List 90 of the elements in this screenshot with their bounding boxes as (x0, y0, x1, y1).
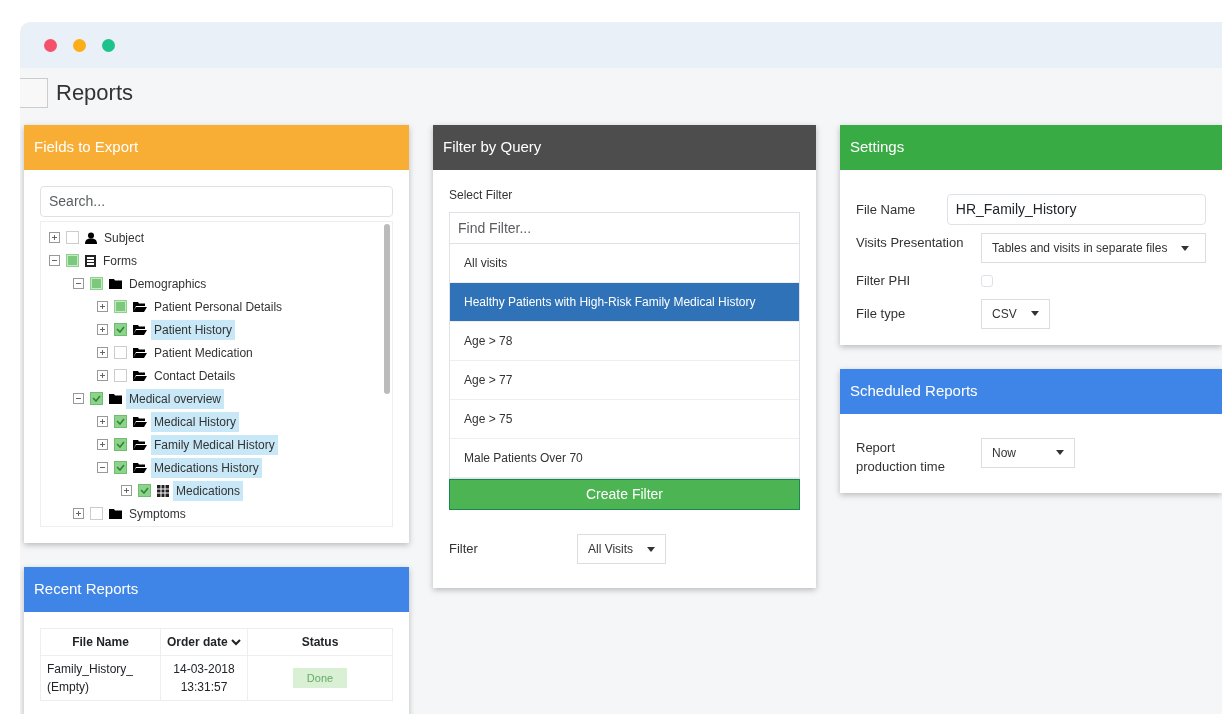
file-name-field[interactable]: HR_Family_History (946, 194, 1206, 225)
sort-caret-icon (231, 639, 242, 647)
field-label: Filter PHI (856, 272, 912, 290)
folder-icon (133, 416, 147, 427)
dropdown-caret-icon (647, 546, 656, 552)
tree-item[interactable]: Medical overview (126, 388, 225, 409)
panel-title: Scheduled Reports (840, 368, 1222, 414)
tree-item[interactable]: Medications History (151, 457, 262, 478)
time-dropdown[interactable]: Now (981, 437, 1075, 468)
folder-icon (133, 301, 147, 312)
expand-toggle[interactable] (97, 347, 108, 358)
tree-checkbox[interactable] (114, 346, 127, 359)
file-type-dropdown[interactable]: CSV (981, 298, 1050, 329)
tree-item[interactable]: Patient History (151, 319, 236, 340)
field-label: File type (856, 304, 907, 323)
collapse-toggle[interactable] (49, 255, 60, 266)
folder-icon (133, 370, 147, 381)
folder-icon (133, 439, 147, 450)
person-icon (85, 231, 97, 244)
status-badge: Done (292, 668, 348, 688)
folder-icon (109, 508, 122, 519)
panel-title: Filter by Query (433, 125, 816, 170)
page-title: Reports (56, 79, 134, 107)
expand-toggle[interactable] (97, 370, 108, 381)
dropdown-caret-icon (1181, 245, 1190, 251)
column-header[interactable]: Order date (160, 628, 248, 656)
table-cell: Family_History_ (Empty) (40, 655, 161, 701)
tree-item[interactable]: Patient Personal Details (151, 296, 286, 317)
folder-icon (109, 393, 122, 404)
form-icon (85, 254, 96, 267)
filter-phi-checkbox[interactable] (981, 274, 993, 287)
visits-presentation-dropdown[interactable]: Tables and visits in separate files (981, 233, 1206, 263)
menu-toggle[interactable] (20, 77, 48, 108)
panel-title: Settings (840, 125, 1222, 170)
dropdown-caret-icon (1056, 450, 1064, 455)
filter-option[interactable]: Healthy Patients with High-Risk Family Medical History (450, 283, 799, 322)
field-label: Visits Presentation (856, 234, 965, 252)
filter-option[interactable]: Male Patients Over 70 (450, 439, 799, 478)
table-cell: 14-03-2018 13:31:57 (160, 655, 248, 701)
tree-item[interactable]: Subject (101, 227, 148, 248)
expand-toggle[interactable] (97, 439, 108, 450)
panel-title: Fields to Export (24, 125, 409, 170)
filter-option[interactable]: Age > 75 (450, 400, 799, 439)
tree-item[interactable]: Contact Details (151, 365, 239, 386)
expand-toggle[interactable] (73, 508, 84, 519)
tree-item[interactable]: Patient Medication (151, 342, 256, 363)
expand-toggle[interactable] (97, 324, 108, 335)
tree-item[interactable]: Symptoms (126, 503, 189, 524)
tree-checkbox[interactable] (90, 507, 103, 520)
expand-toggle[interactable] (49, 232, 60, 243)
tree-checkbox[interactable] (114, 438, 127, 451)
filter-option[interactable]: Age > 78 (450, 322, 799, 361)
tree-checkbox[interactable] (114, 369, 127, 382)
folder-icon (109, 278, 122, 289)
tree-checkbox[interactable] (114, 415, 127, 428)
tree-item[interactable]: Medical History (151, 411, 240, 432)
folder-icon (133, 347, 147, 358)
minimize-window-dot[interactable] (73, 38, 86, 52)
scrollbar-thumb[interactable] (384, 224, 390, 394)
grid-icon (157, 484, 169, 497)
tree-item[interactable]: Medications (173, 480, 244, 501)
panel-title: Recent Reports (24, 567, 409, 612)
tree-item[interactable]: Demographics (126, 273, 210, 294)
search-field[interactable]: Search... (40, 186, 393, 217)
field-label: Report production time (856, 438, 946, 476)
tree-checkbox[interactable] (138, 484, 151, 497)
expand-toggle[interactable] (97, 301, 108, 312)
folder-icon (133, 324, 147, 335)
tree-checkbox[interactable] (114, 323, 127, 336)
collapse-toggle[interactable] (73, 278, 84, 289)
field-label: Filter (449, 540, 479, 559)
dropdown-caret-icon (1030, 311, 1039, 316)
tree-checkbox[interactable] (114, 461, 127, 474)
close-window-dot[interactable] (44, 38, 57, 52)
expand-toggle[interactable] (97, 416, 108, 427)
filter-option[interactable]: Age > 77 (450, 361, 799, 400)
collapse-toggle[interactable] (97, 462, 108, 473)
expand-toggle[interactable] (121, 485, 132, 496)
tree-checkbox[interactable] (90, 392, 103, 405)
tree-item[interactable]: Forms (100, 250, 140, 271)
field-label: Select Filter (449, 187, 514, 204)
folder-icon (133, 462, 147, 473)
maximize-window-dot[interactable] (102, 38, 115, 52)
column-header[interactable]: File Name (40, 628, 161, 656)
tree-item[interactable]: Family Medical History (151, 434, 278, 455)
tree-checkbox[interactable] (66, 231, 79, 244)
column-header[interactable]: Status (247, 628, 393, 656)
filter-dropdown[interactable]: All Visits (577, 534, 667, 564)
collapse-toggle[interactable] (73, 393, 84, 404)
field-label: File Name (856, 200, 917, 219)
